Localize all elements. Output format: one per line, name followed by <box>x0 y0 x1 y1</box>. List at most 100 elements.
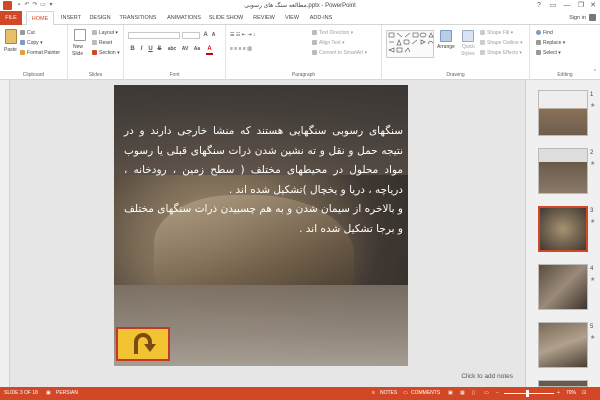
format-painter-label: Format Painter <box>27 50 61 56</box>
comments-button[interactable]: COMMENTS <box>411 387 440 400</box>
zoom-in-icon[interactable]: + <box>557 387 560 400</box>
shapes-gallery[interactable] <box>386 30 434 58</box>
slide-canvas-area[interactable]: سنگهای رسوبی سنگهایی هستند که منشا خارجی… <box>10 80 525 387</box>
thumbnail-number: 1 <box>590 92 594 98</box>
spellcheck-icon[interactable]: ▣ <box>46 387 51 400</box>
new-slide-button[interactable]: New <box>73 44 83 51</box>
thumbnail-slide-5[interactable] <box>538 322 588 368</box>
bold-button[interactable]: B <box>129 46 136 53</box>
shape-outline-button[interactable]: Shape Outline ▾ <box>480 40 523 47</box>
tab-add-ins[interactable]: ADD-INS <box>306 11 336 25</box>
quick-styles-label-2: Styles <box>461 51 475 57</box>
tab-home[interactable]: HOME <box>26 11 54 26</box>
reading-view-icon[interactable]: ▯ <box>472 387 475 400</box>
normal-view-icon[interactable]: ▣ <box>448 387 453 400</box>
avatar[interactable] <box>589 14 596 21</box>
help-button[interactable]: ? <box>532 0 546 11</box>
slides-pane-collapsed[interactable] <box>0 80 10 387</box>
italic-button[interactable]: I <box>138 46 145 53</box>
text-shadow-button[interactable]: abc <box>166 46 178 53</box>
language-indicator[interactable]: PERSIAN <box>56 387 78 400</box>
minimize-button[interactable]: — <box>560 0 574 11</box>
cursor-icon <box>536 50 541 56</box>
paste-button[interactable]: Paste <box>4 47 17 54</box>
current-slide[interactable]: سنگهای رسوبی سنگهایی هستند که منشا خارجی… <box>114 85 408 366</box>
quick-styles-icon[interactable] <box>462 30 474 42</box>
thumbnail-slide-6[interactable] <box>538 380 588 387</box>
clipboard-group-label: Clipboard <box>22 72 45 78</box>
shape-fill-button[interactable]: Shape Fill ▾ <box>480 30 513 37</box>
align-text-button[interactable]: Align Text ▾ <box>312 40 345 47</box>
tab-design[interactable]: DESIGN <box>86 11 114 25</box>
character-spacing-button[interactable]: AV <box>180 46 190 53</box>
text-direction-button[interactable]: Text Direction ▾ <box>312 30 353 37</box>
tab-view[interactable]: VIEW <box>282 11 302 25</box>
font-color-button[interactable]: A <box>206 46 213 55</box>
slide-sorter-icon[interactable]: ▦ <box>460 387 465 400</box>
fit-to-window-icon[interactable]: ⊡ <box>582 387 586 400</box>
slides-group-label: Slides <box>88 72 103 78</box>
new-slide-icon[interactable] <box>74 29 86 41</box>
underline-button[interactable]: U <box>147 46 154 53</box>
grow-font-icon[interactable]: A <box>202 32 209 39</box>
align-icons[interactable]: ≡ ≡ ≡ ≡ ▥ <box>230 46 252 53</box>
format-painter-button[interactable]: Format Painter <box>20 50 60 57</box>
thumbnail-number: 5 <box>590 324 594 330</box>
notes-icon: ≡ <box>372 390 375 396</box>
thumbnail-number: 4 <box>590 266 594 272</box>
thumbnail-slide-4[interactable] <box>538 264 588 310</box>
shrink-font-icon[interactable]: A <box>210 32 217 39</box>
layout-button[interactable]: Layout ▾ <box>92 30 118 37</box>
strikethrough-button[interactable]: S <box>156 46 163 53</box>
font-name-combo[interactable] <box>128 32 180 39</box>
change-case-button[interactable]: Aa <box>192 46 202 53</box>
reset-button[interactable]: Reset <box>92 40 112 47</box>
ribbon-display-button[interactable]: ▭ <box>546 0 560 11</box>
return-action-button[interactable] <box>116 327 170 361</box>
find-button[interactable]: Find <box>536 30 553 37</box>
tab-slide-show[interactable]: SLIDE SHOW <box>208 11 244 25</box>
replace-button[interactable]: Replace ▾ <box>536 40 565 47</box>
font-group: A A B I U S abc AV Aa A Font <box>124 25 226 80</box>
layout-label: Layout <box>99 30 115 36</box>
close-button[interactable]: ✕ <box>586 0 600 11</box>
shape-effects-button[interactable]: Shape Effects ▾ <box>480 50 522 57</box>
thumbnail-slide-3[interactable] <box>538 206 588 252</box>
zoom-slider[interactable] <box>504 387 554 400</box>
section-label: Section <box>99 50 116 56</box>
zoom-out-icon[interactable]: − <box>496 387 499 400</box>
copy-button[interactable]: Copy ▾ <box>20 40 43 47</box>
replace-label: Replace <box>543 40 562 46</box>
shape-outline-label: Shape Outline <box>487 40 519 46</box>
notes-placeholder[interactable]: Click to add notes <box>461 373 513 380</box>
quick-styles-button[interactable]: Quick <box>462 44 475 51</box>
collapse-ribbon-icon[interactable]: ⌃ <box>593 69 597 76</box>
paste-icon[interactable] <box>5 29 17 44</box>
sign-in-link[interactable]: Sign in <box>569 11 586 25</box>
font-size-combo[interactable] <box>182 32 200 39</box>
reset-icon <box>92 40 97 46</box>
section-button[interactable]: Section ▾ <box>92 50 120 57</box>
arrange-button[interactable]: Arrange <box>437 44 455 51</box>
tab-file[interactable]: FILE <box>0 11 22 25</box>
arrange-icon[interactable] <box>440 30 452 42</box>
select-button[interactable]: Select ▾ <box>536 50 561 57</box>
tab-review[interactable]: REVIEW <box>250 11 278 25</box>
paint-bucket-icon <box>480 30 485 36</box>
tab-insert[interactable]: INSERT <box>58 11 84 25</box>
cut-button[interactable]: Cut <box>20 30 35 37</box>
thumbnail-number: 3 <box>590 208 594 214</box>
tab-transitions[interactable]: TRANSITIONS <box>116 11 160 25</box>
notes-button[interactable]: NOTES <box>380 387 397 400</box>
slide-counter: SLIDE 3 OF 18 <box>4 390 38 396</box>
slideshow-view-icon[interactable]: ▭ <box>484 387 489 400</box>
convert-smartart-button[interactable]: Convert to SmartArt ▾ <box>312 50 367 57</box>
thumbnail-slide-2[interactable] <box>538 148 588 194</box>
slide-body-text[interactable]: سنگهای رسوبی سنگهایی هستند که منشا خارجی… <box>124 122 403 239</box>
zoom-slider-thumb[interactable] <box>526 390 529 397</box>
zoom-level[interactable]: 70% <box>566 387 576 400</box>
thumbnail-slide-1[interactable] <box>538 90 588 136</box>
bullets-icon[interactable]: ☰ ☷ ⇤ ⇥ ↕ <box>230 32 255 39</box>
tab-animations[interactable]: ANIMATIONS <box>162 11 206 25</box>
animation-star-icon: ★ <box>590 161 596 167</box>
